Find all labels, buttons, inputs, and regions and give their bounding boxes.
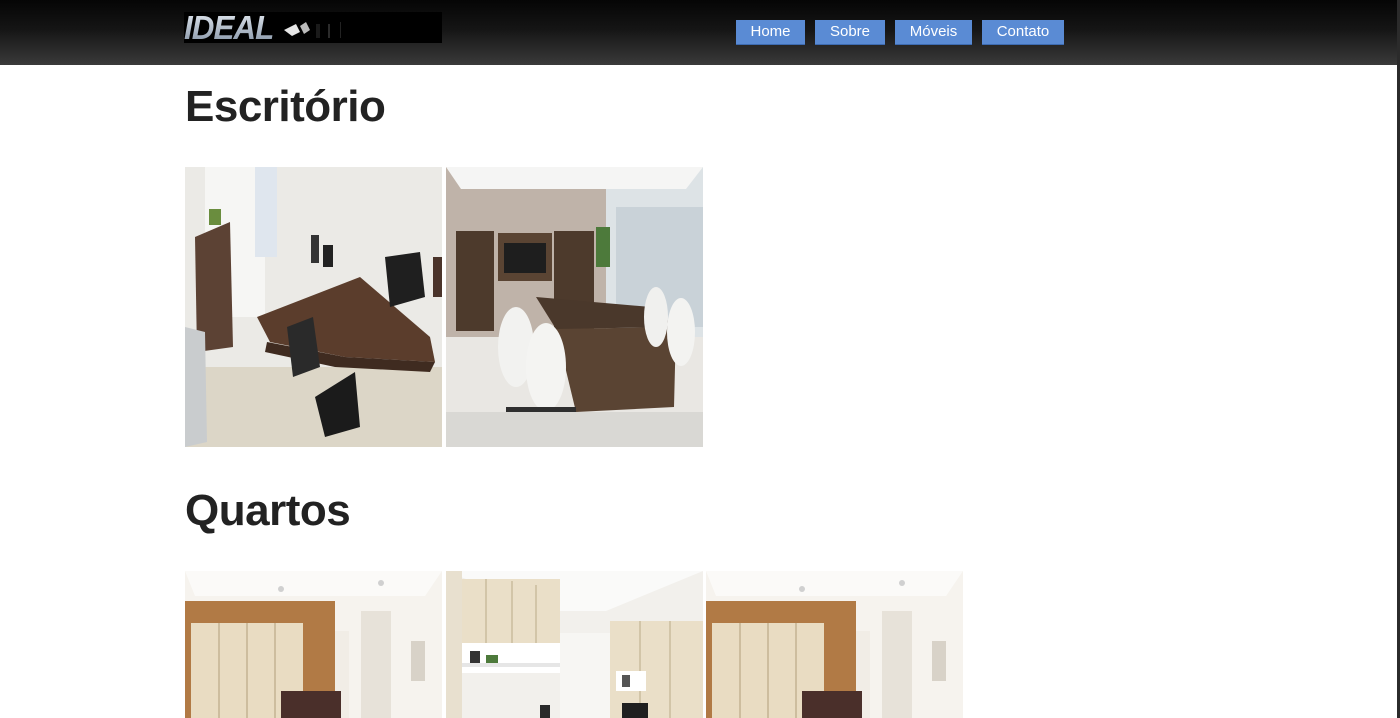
nav-home-button[interactable]: Home — [736, 20, 805, 45]
nav-moveis-button[interactable]: Móveis — [895, 20, 972, 45]
office-photo[interactable] — [446, 167, 703, 447]
nav-sobre-button[interactable]: Sobre — [815, 20, 885, 45]
bedroom-photo-3-image — [706, 571, 963, 718]
bedroom-photo[interactable] — [446, 571, 703, 718]
office-photo-2-image — [446, 167, 703, 447]
bedroom-photo-2-image — [446, 571, 703, 718]
bedroom-photo[interactable] — [706, 571, 963, 718]
office-photo-1-image — [185, 167, 442, 447]
site-logo[interactable]: IDEAL — [184, 12, 442, 43]
nav-contato-button[interactable]: Contato — [982, 20, 1064, 45]
bedroom-photo[interactable] — [185, 571, 442, 718]
logo-banner-art — [280, 16, 442, 43]
section-title-quartos: Quartos — [185, 486, 351, 535]
main-nav: Home Sobre Móveis Contato — [736, 20, 1064, 45]
section-title-escritorio: Escritório — [185, 82, 386, 131]
page: IDEAL Home Sobre Móveis Contato Escritór… — [0, 0, 1400, 718]
site-header: IDEAL Home Sobre Móveis Contato — [0, 0, 1397, 65]
bedroom-photo-1-image — [185, 571, 442, 718]
logo-text: IDEAL — [184, 12, 274, 43]
office-photo[interactable] — [185, 167, 442, 447]
